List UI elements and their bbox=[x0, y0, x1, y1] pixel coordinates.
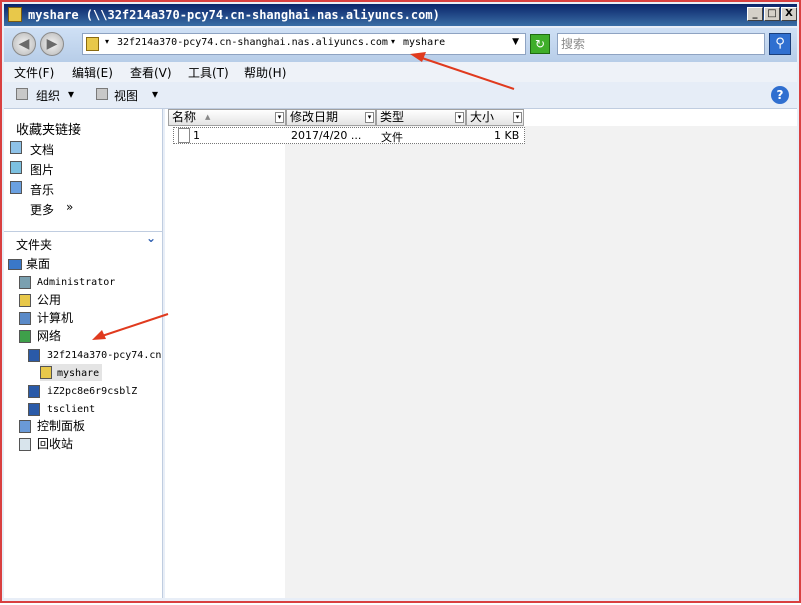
arrowhead-icon bbox=[92, 330, 106, 340]
annotation-arrows bbox=[92, 52, 515, 340]
explorer-window: myshare (\\32f214a370-pcy74.cn-shanghai.… bbox=[0, 0, 801, 603]
annotation-arrow-address bbox=[421, 57, 515, 90]
annotation-arrow-network bbox=[101, 313, 169, 337]
arrowhead-icon bbox=[410, 52, 426, 62]
